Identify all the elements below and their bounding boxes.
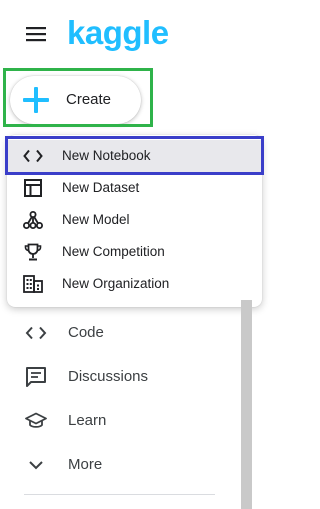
sidebar-divider	[24, 494, 215, 495]
trophy-icon	[22, 242, 44, 262]
chat-icon	[24, 365, 48, 389]
kaggle-logo[interactable]: kaggle	[67, 11, 169, 55]
sidebar-item-label: Discussions	[68, 368, 149, 385]
graduation-cap-icon	[24, 409, 48, 433]
menu-item-label: New Dataset	[62, 180, 140, 195]
table-icon	[22, 178, 44, 198]
menu-item-new-organization[interactable]: New Organization	[7, 268, 262, 300]
kaggle-sidebar-page: kaggle Create New Notebook New Dataset N…	[0, 0, 278, 509]
sidebar-item-label: Code	[68, 324, 104, 341]
chevron-down-icon	[24, 453, 48, 477]
sidebar-item-more[interactable]: More	[0, 443, 240, 487]
menu-item-label: New Competition	[62, 244, 165, 259]
new-notebook-highlight-box	[5, 136, 264, 175]
menu-item-new-dataset[interactable]: New Dataset	[7, 172, 262, 204]
hamburger-menu-icon[interactable]	[22, 20, 50, 48]
sidebar-item-label: Learn	[68, 412, 107, 429]
menu-item-label: New Organization	[62, 276, 170, 291]
create-highlight-box	[3, 68, 153, 127]
sidebar-item-code[interactable]: Code	[0, 311, 240, 355]
menu-item-new-competition[interactable]: New Competition	[7, 236, 262, 268]
code-brackets-icon	[24, 321, 48, 345]
model-nodes-icon	[22, 210, 44, 230]
menu-item-label: New Model	[62, 212, 130, 227]
sidebar-item-label: More	[68, 456, 103, 473]
sidebar-item-discussions[interactable]: Discussions	[0, 355, 240, 399]
sidebar-item-learn[interactable]: Learn	[0, 399, 240, 443]
sidebar-scrollbar[interactable]	[241, 300, 252, 509]
menu-item-new-model[interactable]: New Model	[7, 204, 262, 236]
building-icon	[22, 274, 44, 294]
